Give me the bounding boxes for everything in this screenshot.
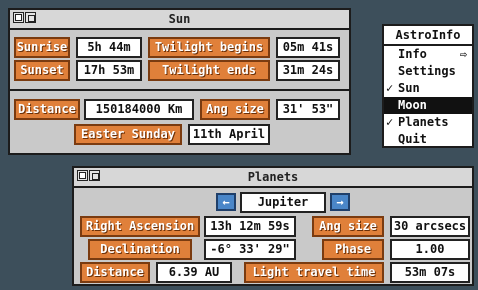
menu-item-sun[interactable]: ✓ Sun [384,80,472,97]
tick-icon: ✓ [386,81,394,95]
back-icon[interactable] [13,12,24,23]
sun-window-title: Sun [168,12,191,26]
right-ascension-label: Right Ascension [80,216,200,237]
menu-item-moon-label: Moon [398,98,427,112]
menu-item-planets[interactable]: ✓ Planets [384,114,472,131]
menu-item-sun-label: Sun [398,81,420,95]
light-travel-time-value: 53m 07s [390,262,470,283]
astroinfo-menu: AstroInfo Info ⇨ Settings ✓ Sun Moon ✓ P… [382,24,474,148]
previous-planet-button[interactable]: ← [216,193,236,211]
menu-item-settings-label: Settings [398,64,456,78]
planet-ang-size-label: Ang size [312,216,384,237]
sunrise-value: 5h 44m [76,37,142,58]
menu-item-quit[interactable]: Quit [384,131,472,148]
twilight-ends-label: Twilight ends [148,60,270,81]
tick-icon: ✓ [386,115,394,129]
menu-item-settings[interactable]: Settings [384,63,472,80]
phase-label: Phase [322,239,384,260]
planet-distance-value: 6.39 AU [156,262,232,283]
easter-sunday-value: 11th April [188,124,270,145]
sun-distance-label: Distance [14,99,80,120]
planets-window: Planets ← Jupiter → Right Ascension 13h … [72,166,474,286]
sun-distance-value: 150184000 Km [84,99,194,120]
sun-ang-size-label: Ang size [200,99,270,120]
next-planet-button[interactable]: → [330,193,350,211]
planet-name-field: Jupiter [240,192,326,213]
phase-value: 1.00 [390,239,470,260]
menu-item-info-label: Info [398,47,427,61]
back-icon[interactable] [77,170,88,181]
twilight-begins-value: 05m 41s [276,37,340,58]
light-travel-time-label: Light travel time [244,262,384,283]
twilight-begins-label: Twilight begins [148,37,270,58]
close-icon[interactable] [25,12,36,23]
twilight-ends-value: 31m 24s [276,60,340,81]
sun-ang-size-value: 31' 53" [276,99,340,120]
menu-item-info[interactable]: Info ⇨ [384,46,472,63]
close-icon[interactable] [89,170,100,181]
declination-value: -6° 33' 29" [204,239,296,260]
sunset-label: Sunset [14,60,70,81]
easter-sunday-label: Easter Sunday [74,124,182,145]
sunset-value: 17h 53m [76,60,142,81]
sun-window-titlebar[interactable]: Sun [10,10,349,30]
planets-window-titlebar[interactable]: Planets [74,168,472,188]
menu-item-quit-label: Quit [398,132,427,146]
planets-window-title: Planets [247,170,299,184]
sunrise-label: Sunrise [14,37,70,58]
declination-label: Declination [88,239,192,260]
planet-distance-label: Distance [80,262,150,283]
menu-item-moon[interactable]: Moon [384,97,472,114]
submenu-arrow-icon: ⇨ [459,47,467,61]
menu-title: AstroInfo [384,26,472,46]
sun-separator [10,89,349,91]
planet-ang-size-value: 30 arcsecs [390,216,470,237]
menu-item-planets-label: Planets [398,115,449,129]
right-ascension-value: 13h 12m 59s [204,216,296,237]
sun-window: Sun Sunrise 5h 44m Twilight begins 05m 4… [8,8,351,155]
